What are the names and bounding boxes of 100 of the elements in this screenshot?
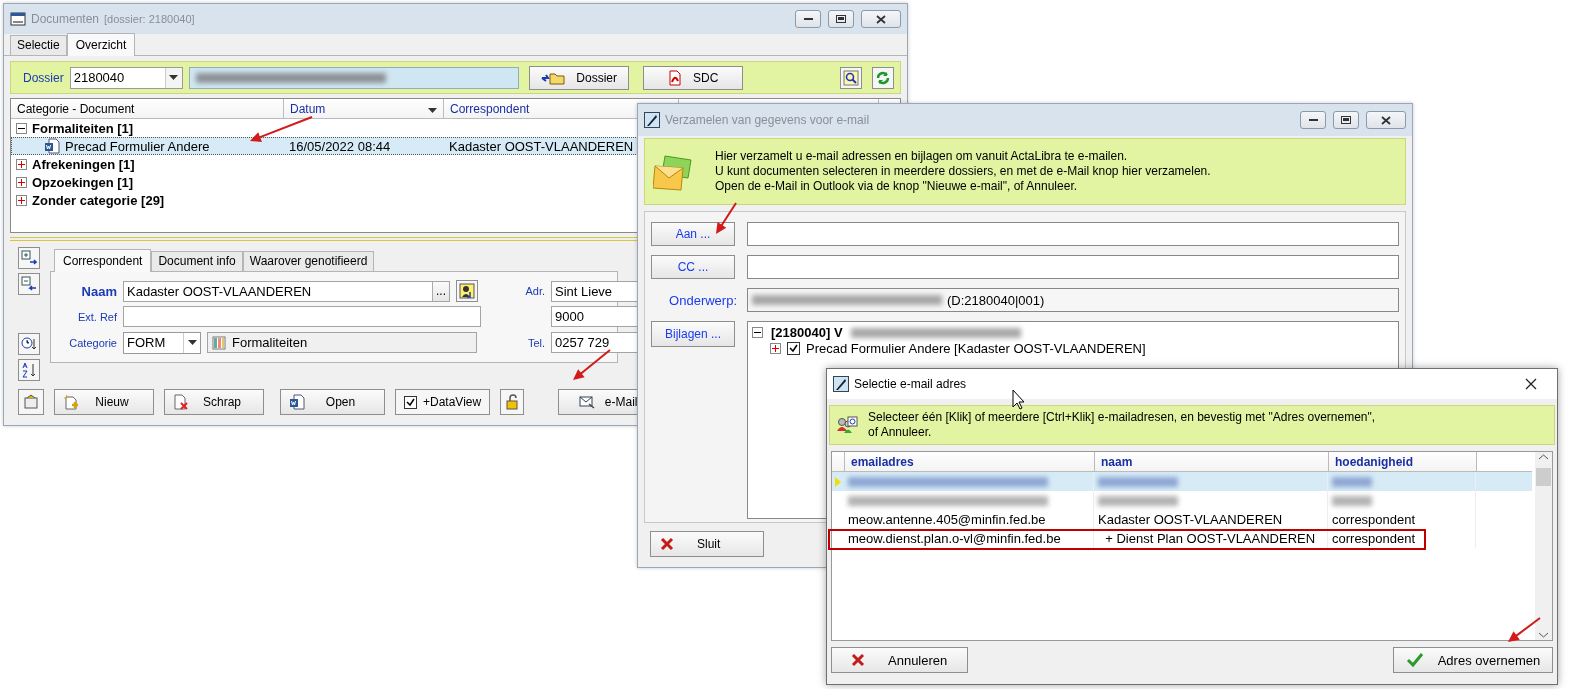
dossier-combo[interactable]: 2180040 xyxy=(69,66,183,89)
accept-button[interactable]: Adres overnemen xyxy=(1393,647,1553,673)
add-left-button[interactable] xyxy=(18,273,40,295)
checkbox[interactable] xyxy=(787,342,800,355)
field-label: Ext. Ref xyxy=(76,311,117,323)
tree-node-label[interactable]: Precad Formulier Andere [Kadaster OOST-VLAANDEREN] xyxy=(806,341,1146,356)
padlock-icon xyxy=(504,394,521,410)
arrow-icon xyxy=(21,250,37,266)
tab[interactable]: Overzicht xyxy=(66,33,136,56)
collapse-icon[interactable] xyxy=(752,327,763,338)
dataview-toggle[interactable]: +DataView xyxy=(395,389,491,415)
maximize-button[interactable] xyxy=(1333,111,1359,129)
scroll-down-icon[interactable] xyxy=(1539,632,1548,638)
expand-icon[interactable] xyxy=(16,194,27,206)
to-button[interactable]: Aan ... xyxy=(651,222,735,246)
to-field[interactable] xyxy=(747,222,1399,246)
table-cell: Kadaster OOST-VLAANDEREN xyxy=(1094,510,1328,529)
category-icon xyxy=(211,334,227,351)
toolbar-button[interactable]: Open xyxy=(280,389,385,415)
scrollbar[interactable] xyxy=(1535,452,1552,640)
clock-sort-button[interactable] xyxy=(18,333,40,355)
table-cell: Precad Formulier Andere xyxy=(65,138,210,154)
x-icon xyxy=(850,652,866,668)
x-icon xyxy=(659,536,675,552)
category-combo[interactable]: FORM xyxy=(123,331,201,354)
dossier-button[interactable]: Dossier xyxy=(528,65,629,90)
cc-button[interactable]: CC ... xyxy=(651,255,735,279)
scroll-up-icon[interactable] xyxy=(1539,454,1548,460)
pdf-icon xyxy=(667,69,683,86)
close-button[interactable] xyxy=(1366,111,1406,129)
dossier-name-field[interactable] xyxy=(188,66,519,89)
sort-az-icon xyxy=(21,362,37,378)
caret-icon xyxy=(187,340,197,346)
lock-button[interactable] xyxy=(500,389,525,415)
close-button[interactable] xyxy=(861,10,901,28)
sort-button[interactable] xyxy=(18,359,40,381)
column-header[interactable]: emailadres xyxy=(845,452,1095,471)
cc-field[interactable] xyxy=(747,255,1399,279)
sort-icon xyxy=(428,107,437,113)
naam-field[interactable]: Kadaster OOST-VLAANDEREN ... xyxy=(123,280,450,302)
refresh-button[interactable] xyxy=(872,66,894,89)
tab[interactable]: Waarover genotifieerd xyxy=(242,251,375,271)
info-text: Open de e-Mail in Outlook via de knop "Nieuwe e-mail", of Annuleer. xyxy=(715,179,1079,194)
column-header[interactable]: naam xyxy=(1095,452,1329,471)
annotation-arrow xyxy=(1508,617,1541,642)
category-label[interactable]: Zonder categorie [29] xyxy=(32,192,165,208)
ext-ref-field[interactable] xyxy=(123,306,481,328)
toolbar-button[interactable]: Nieuw xyxy=(54,389,154,415)
scroll-thumb[interactable] xyxy=(1536,468,1551,486)
checkbox[interactable] xyxy=(404,395,417,409)
tab[interactable]: Document info xyxy=(151,251,243,271)
search-button[interactable] xyxy=(840,66,862,89)
window-title: Documenten xyxy=(31,12,100,26)
arrow-icon xyxy=(21,276,37,292)
column-header[interactable]: Categorie - Document xyxy=(11,99,284,118)
tree-node-label[interactable]: [2180040] V xyxy=(771,325,843,340)
minimize-button[interactable] xyxy=(795,10,821,28)
sdc-button[interactable]: SDC xyxy=(642,65,743,90)
category-label[interactable]: Formaliteiten [1] xyxy=(32,120,134,136)
tab[interactable]: Selectie xyxy=(10,35,67,55)
collapse-icon[interactable] xyxy=(16,122,27,134)
maximize-icon xyxy=(836,15,846,23)
expand-icon[interactable] xyxy=(16,158,27,170)
table-row[interactable]: meow.dienst.plan.o-vl@minfin.fed.be + Dienst Plan OOST-VLAANDEREN correspondent xyxy=(832,529,1532,548)
category-name-field: Formaliteiten xyxy=(207,332,477,354)
delete-icon xyxy=(173,394,189,410)
close-icon xyxy=(1525,378,1537,390)
column-header[interactable]: hoedanigheid xyxy=(1329,452,1477,471)
table-row[interactable]: meow.antenne.405@minfin.fed.be Kadaster OOST-VLAANDEREN correspondent xyxy=(832,510,1532,529)
contact-card-icon xyxy=(459,283,475,300)
expand-icon[interactable] xyxy=(16,176,27,188)
subject-label: Onderwerp: xyxy=(668,292,737,308)
more-button[interactable]: ... xyxy=(432,281,449,301)
app-icon xyxy=(10,11,26,27)
maximize-button[interactable] xyxy=(828,10,854,28)
blurred-text xyxy=(1332,495,1372,506)
add-right-button[interactable] xyxy=(18,247,40,269)
close-button[interactable]: Sluit xyxy=(650,531,764,557)
search-icon xyxy=(843,69,859,86)
attachments-button[interactable]: Bijlagen ... xyxy=(651,321,735,347)
info-text: U kunt documenten selecteren in meerdere dossiers, en met de e-Mail knop hier verzamelen. xyxy=(715,164,1211,179)
expand-icon[interactable] xyxy=(770,343,781,354)
subject-field[interactable]: (D:2180040|001) xyxy=(747,288,1399,312)
new-icon xyxy=(63,394,79,410)
category-label[interactable]: Opzoekingen [1] xyxy=(32,174,134,190)
column-header[interactable]: Datum xyxy=(284,99,444,118)
properties-button[interactable] xyxy=(18,389,44,415)
contact-card-button[interactable] xyxy=(456,280,478,303)
minimize-button[interactable] xyxy=(1300,111,1326,129)
table-cell: correspondent xyxy=(1328,510,1476,529)
tab[interactable]: Correspondent xyxy=(54,249,152,272)
toolbar-button[interactable]: Schrap xyxy=(164,389,264,415)
cancel-button[interactable]: Annuleren xyxy=(831,647,968,673)
field-label: Adr. xyxy=(524,285,545,298)
category-label[interactable]: Afrekeningen [1] xyxy=(32,156,135,172)
properties-icon xyxy=(23,394,39,410)
check-icon xyxy=(1405,652,1424,668)
close-icon xyxy=(876,14,886,24)
field-label: Naam xyxy=(80,283,117,299)
field-label: Tel. xyxy=(526,336,545,349)
